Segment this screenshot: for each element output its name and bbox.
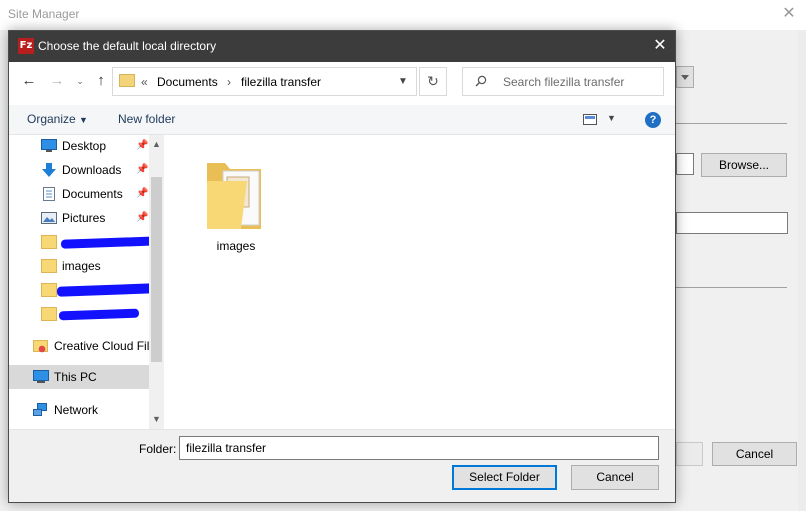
nav-item-creative-cloud[interactable]: Creative Cloud Fil — [33, 335, 149, 357]
folder-icon — [41, 235, 57, 249]
pin-icon: 📌 — [136, 140, 149, 151]
site-manager-divider — [676, 123, 787, 124]
organize-label: Organize — [27, 112, 76, 126]
nav-item-redacted-folder-1[interactable] — [41, 231, 162, 253]
site-manager-local-dir-field[interactable] — [676, 153, 694, 175]
organize-button[interactable]: Organize ▼ — [27, 112, 88, 126]
browse-button[interactable]: Browse... — [701, 153, 787, 177]
pin-icon: 📌 — [136, 212, 149, 223]
nav-item-label: Creative Cloud Fil — [54, 339, 150, 353]
folder-icon — [41, 283, 57, 297]
nav-item-desktop[interactable]: Desktop 📌 — [41, 135, 149, 157]
nav-item-label: Desktop — [62, 139, 107, 153]
help-icon[interactable]: ? — [645, 112, 661, 128]
search-input[interactable]: Search filezilla transfer — [462, 67, 664, 96]
site-manager-scrollbar[interactable] — [798, 30, 806, 511]
nav-item-label: Pictures — [62, 211, 106, 225]
close-icon[interactable]: ✕ — [649, 35, 671, 57]
cancel-button[interactable]: Cancel — [571, 465, 659, 490]
pin-icon: 📌 — [136, 164, 149, 175]
folder-with-pictures-icon[interactable] — [203, 151, 269, 233]
recent-locations-chevron-icon[interactable]: ⌄ — [70, 71, 90, 91]
nav-item-redacted-folder-2[interactable] — [41, 279, 156, 301]
refresh-icon[interactable]: ↻ — [419, 67, 447, 96]
nav-item-documents[interactable]: Documents 📌 — [41, 183, 149, 205]
filezilla-icon: Fz — [18, 38, 34, 54]
breadcrumb-current[interactable]: filezilla transfer — [241, 75, 321, 89]
desktop-icon — [41, 139, 57, 152]
scrollbar-thumb[interactable] — [151, 177, 162, 362]
network-icon — [33, 403, 47, 416]
folder-icon — [41, 307, 57, 321]
scroll-up-chevron-icon[interactable]: ▲ — [149, 137, 164, 152]
folder-item-label[interactable]: images — [205, 239, 267, 253]
nav-item-images[interactable]: images — [41, 255, 149, 277]
folder-icon — [119, 74, 135, 87]
search-placeholder: Search filezilla transfer — [503, 75, 625, 89]
pictures-icon — [41, 212, 57, 224]
dialog-title: Choose the default local directory — [38, 39, 217, 53]
new-folder-button[interactable]: New folder — [118, 112, 175, 126]
chevron-down-icon: ▼ — [79, 115, 88, 125]
site-manager-dropdown[interactable] — [676, 66, 694, 88]
address-bar[interactable]: « Documents › filezilla transfer ▼ — [112, 67, 417, 96]
breadcrumb-separator-icon[interactable]: › — [227, 75, 231, 89]
nav-item-label: images — [62, 259, 101, 273]
redaction-scribble — [58, 308, 140, 321]
nav-item-pictures[interactable]: Pictures 📌 — [41, 207, 149, 229]
site-manager-cancel-button[interactable]: Cancel — [712, 442, 797, 466]
creative-cloud-folder-icon — [33, 340, 48, 353]
scroll-down-chevron-icon[interactable]: ▼ — [149, 412, 164, 427]
computer-icon — [33, 370, 49, 383]
folder-label: Folder: — [139, 442, 177, 456]
folder-name-value: filezilla transfer — [186, 441, 267, 455]
site-manager-close-icon[interactable]: ✕ — [779, 4, 799, 24]
dialog-titlebar: Fz Choose the default local directory ✕ — [9, 31, 675, 62]
nav-item-redacted-folder-3[interactable] — [41, 303, 149, 325]
redaction-scribble — [56, 283, 156, 297]
nav-item-label: Documents — [62, 187, 123, 201]
choose-directory-dialog: Fz Choose the default local directory ✕ … — [8, 30, 676, 503]
view-options-icon[interactable] — [583, 114, 597, 125]
site-manager-title: Site Manager — [8, 7, 80, 21]
nav-item-network[interactable]: Network — [33, 399, 149, 421]
back-arrow-icon[interactable]: ← — [19, 71, 39, 91]
breadcrumb-documents[interactable]: Documents — [157, 75, 218, 89]
download-arrow-icon — [42, 163, 56, 177]
nav-item-this-pc[interactable]: This PC — [33, 366, 149, 388]
folder-icon — [41, 259, 57, 273]
command-bar: Organize ▼ New folder ▼ ? — [9, 105, 675, 135]
nav-item-label: This PC — [54, 370, 97, 384]
folder-name-input[interactable]: filezilla transfer — [179, 436, 659, 460]
chevron-down-icon — [681, 75, 689, 80]
breadcrumb-overflow[interactable]: « — [141, 75, 148, 89]
view-options-chevron-icon[interactable]: ▼ — [607, 113, 616, 123]
address-dropdown-chevron-icon[interactable]: ▼ — [393, 72, 413, 92]
nav-item-label: Downloads — [62, 163, 122, 177]
redaction-scribble — [60, 236, 162, 249]
site-manager-titlebar — [0, 0, 806, 30]
forward-arrow-icon[interactable]: → — [47, 71, 67, 91]
up-arrow-icon[interactable]: ↑ — [91, 71, 111, 91]
site-manager-remote-dir-field[interactable] — [676, 212, 788, 234]
nav-item-label: Network — [54, 403, 99, 417]
site-manager-divider-2 — [676, 287, 787, 288]
select-folder-button[interactable]: Select Folder — [452, 465, 557, 490]
site-manager-ok-button[interactable] — [676, 442, 703, 466]
pin-icon: 📌 — [136, 188, 149, 199]
nav-item-downloads[interactable]: Downloads 📌 — [41, 159, 149, 181]
search-icon — [475, 75, 487, 87]
document-icon — [43, 187, 55, 201]
